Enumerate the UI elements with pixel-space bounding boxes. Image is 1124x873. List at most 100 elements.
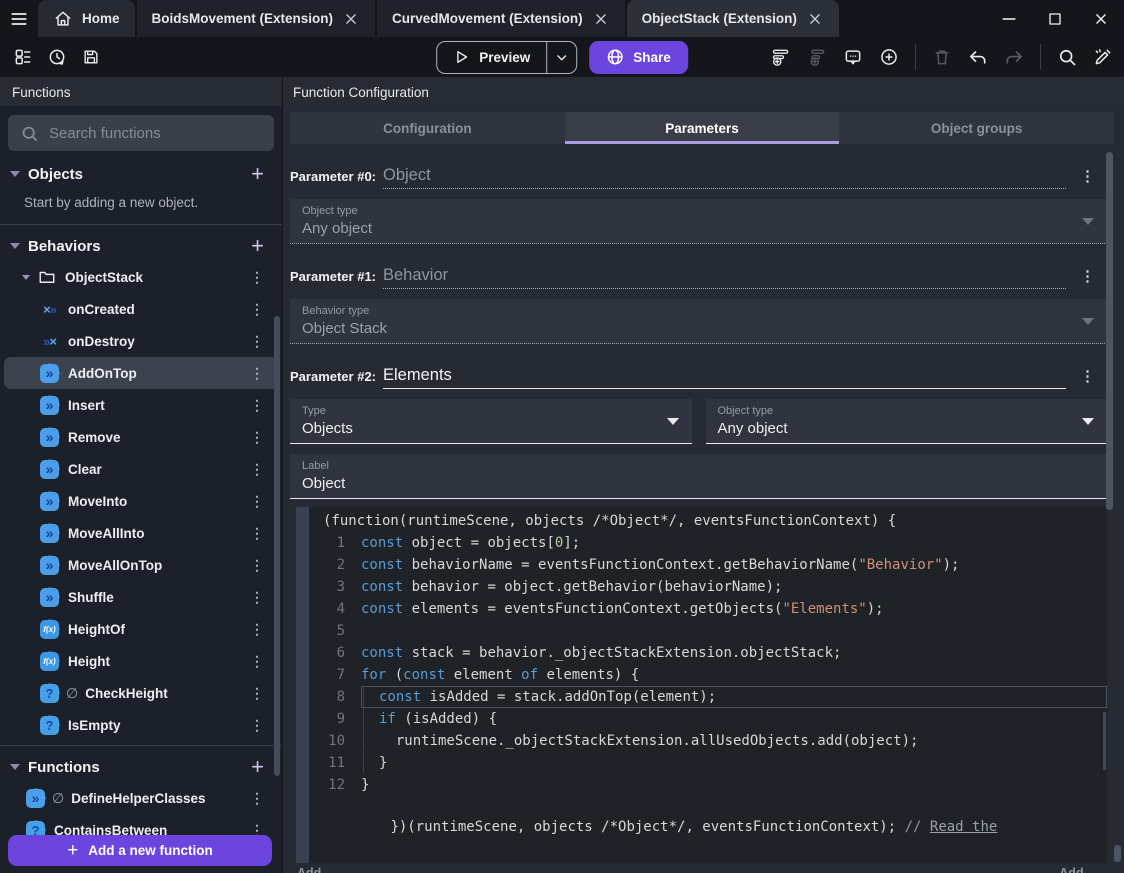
sidebar-scrollbar[interactable] [274, 316, 280, 776]
sidebar-item-checkheight[interactable]: ? ∅ CheckHeight ⋮ [4, 677, 278, 709]
sidebar-item-label: Shuffle [68, 589, 114, 605]
minimize-window-button[interactable] [986, 0, 1032, 37]
sidebar-item-addontop[interactable]: » AddOnTop ⋮ [4, 357, 278, 389]
sidebar-item-moveallontop[interactable]: » MoveAllOnTop ⋮ [4, 549, 278, 581]
section-add-button[interactable]: + [245, 235, 270, 257]
sidebar-item-moveallinto[interactable]: » MoveAllInto ⋮ [4, 517, 278, 549]
minimize-icon [999, 9, 1019, 29]
sidebar-item-heightof[interactable]: f(x) HeightOf ⋮ [4, 613, 278, 645]
kebab-menu-icon[interactable]: ⋮ [1066, 167, 1107, 189]
sidebar-item-height[interactable]: f(x) Height ⋮ [4, 645, 278, 677]
parameter-1-behavior-type-select[interactable]: Behavior type Object Stack [290, 299, 1107, 344]
parameter-0-object-type-select[interactable]: Object type Any object [290, 199, 1107, 244]
kebab-menu-icon[interactable]: ⋮ [242, 525, 272, 542]
parameter-2-object-type-select[interactable]: Object type Any object [705, 399, 1107, 444]
tab-objectstack-extension-[interactable]: ObjectStack (Extension) [626, 0, 839, 37]
function-configuration-panel: Function Configuration Configuration Para… [284, 78, 1124, 873]
section-add-button[interactable]: + [245, 756, 270, 778]
code-line-1: 1 const object = objects[0]; [309, 532, 1107, 554]
kebab-menu-icon[interactable]: ⋮ [1066, 367, 1107, 389]
line-number: 5 [336, 623, 345, 639]
sidebar-item-moveinto[interactable]: » MoveInto ⋮ [4, 485, 278, 517]
kebab-menu-icon[interactable]: ⋮ [242, 365, 272, 382]
documentation-link[interactable]: Read the [930, 819, 997, 835]
kebab-menu-icon[interactable]: ⋮ [242, 397, 272, 414]
kebab-menu-icon[interactable]: ⋮ [242, 621, 272, 638]
add-comment-button[interactable] [838, 42, 868, 72]
tab-close-icon[interactable] [806, 10, 824, 28]
config-tab-object-groups[interactable]: Object groups [839, 112, 1114, 144]
maximize-window-button[interactable] [1032, 0, 1078, 37]
search-input[interactable]: Search functions [8, 115, 274, 151]
kebab-menu-icon[interactable]: ⋮ [242, 653, 272, 670]
sidebar-item-shuffle[interactable]: » Shuffle ⋮ [4, 581, 278, 613]
hamburger-menu-button[interactable] [0, 0, 38, 37]
tab-curvedmovement-extension-[interactable]: CurvedMovement (Extension) [377, 0, 625, 37]
javascript-code-editor[interactable]: (function(runtimeScene, objects /*Object… [309, 507, 1107, 863]
sidebar-item-clear[interactable]: » Clear ⋮ [4, 453, 278, 485]
section-label: Functions [28, 758, 100, 776]
edit-pen-button[interactable] [1088, 42, 1118, 72]
kebab-menu-icon[interactable]: ⋮ [242, 589, 272, 606]
section-header-objects[interactable]: Objects + [0, 159, 282, 189]
section-expander-icon[interactable] [10, 764, 20, 770]
kebab-menu-icon[interactable]: ⋮ [242, 685, 272, 702]
sidebar-item-ondestroy[interactable]: » × onDestroy ⋮ [4, 325, 278, 357]
kebab-menu-icon[interactable]: ⋮ [242, 301, 272, 318]
close-window-button[interactable] [1078, 0, 1124, 37]
save-button[interactable] [76, 42, 106, 72]
tab-close-icon[interactable] [342, 10, 360, 28]
preview-button-main[interactable]: Preview [437, 42, 546, 73]
kebab-menu-icon[interactable]: ⋮ [242, 790, 272, 807]
add-circle-button[interactable] [874, 42, 904, 72]
tab-home[interactable]: Home [38, 0, 135, 37]
preview-button[interactable]: Preview [436, 40, 578, 74]
kebab-menu-icon[interactable]: ⋮ [242, 461, 272, 478]
kebab-menu-icon[interactable]: ⋮ [242, 493, 272, 510]
event-drag-handle[interactable] [296, 507, 309, 863]
editor-scrollbar[interactable] [1103, 712, 1106, 770]
sidebar-item-oncreated[interactable]: ×» onCreated ⋮ [4, 293, 278, 325]
add-event-button-partial[interactable]: Add... [1059, 866, 1094, 873]
parameter-1-name-field[interactable]: Behavior [383, 266, 1066, 289]
parameter-2-name-field[interactable]: Elements [383, 366, 1066, 389]
config-tab-configuration[interactable]: Configuration [290, 112, 565, 144]
history-button[interactable] [42, 42, 72, 72]
add-new-function-button[interactable]: + Add a new function [8, 835, 272, 866]
tree-expander-icon[interactable] [22, 274, 30, 280]
project-manager-button[interactable] [8, 42, 38, 72]
main-scrollbar[interactable] [1106, 152, 1113, 510]
sidebar-item-insert[interactable]: » Insert ⋮ [4, 389, 278, 421]
sidebar-item-remove[interactable]: » Remove ⋮ [4, 421, 278, 453]
kebab-menu-icon[interactable]: ⋮ [1066, 267, 1107, 289]
add-event-button[interactable] [766, 42, 796, 72]
search-button[interactable] [1052, 42, 1082, 72]
add-comment-icon [843, 47, 863, 67]
config-tab-parameters[interactable]: Parameters [564, 112, 840, 144]
parameter-2-type-select[interactable]: Type Objects [290, 399, 692, 444]
sidebar-item-objectstack[interactable]: ObjectStack ⋮ [4, 261, 278, 293]
preview-dropdown-button[interactable] [546, 41, 576, 73]
code-wrapper-footer-2: documentation and help [309, 859, 1107, 863]
kebab-menu-icon[interactable]: ⋮ [242, 429, 272, 446]
section-expander-icon[interactable] [10, 243, 20, 249]
tab-close-icon[interactable] [592, 10, 610, 28]
kebab-menu-icon[interactable]: ⋮ [242, 269, 272, 286]
kebab-menu-icon[interactable]: ⋮ [242, 333, 272, 350]
add-action-button-partial[interactable]: Add... [297, 866, 332, 873]
kebab-menu-icon[interactable]: ⋮ [242, 717, 272, 734]
parameter-0-name-field[interactable]: Object [383, 166, 1066, 189]
sidebar-item-definehelperclasses[interactable]: » ∅ DefineHelperClasses ⋮ [4, 782, 278, 814]
undo-button[interactable] [963, 42, 993, 72]
section-expander-icon[interactable] [10, 171, 20, 177]
events-scrollbar[interactable] [1114, 845, 1121, 862]
share-button[interactable]: Share [589, 40, 688, 74]
tab-boidsmovement-extension-[interactable]: BoidsMovement (Extension) [136, 0, 376, 37]
section-header-behaviors[interactable]: Behaviors + [0, 231, 282, 261]
sidebar-item-isempty[interactable]: ? IsEmpty ⋮ [4, 709, 278, 741]
parameter-2-label-input[interactable]: Label Object [290, 454, 1107, 499]
section-header-functions[interactable]: Functions + [0, 752, 282, 782]
kebab-menu-icon[interactable]: ⋮ [242, 557, 272, 574]
section-add-button[interactable]: + [245, 163, 270, 185]
parameter-row-1: Parameter #1: Behavior ⋮ [290, 259, 1107, 289]
